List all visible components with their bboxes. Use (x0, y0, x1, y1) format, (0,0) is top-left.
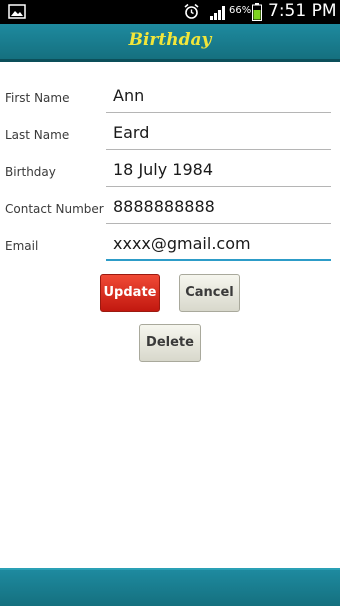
last-name-value: Eard (113, 123, 150, 142)
contact-number-value: 8888888888 (113, 197, 215, 216)
title-bar: Birthday (0, 24, 340, 62)
delete-button[interactable]: Delete (139, 324, 201, 362)
contact-number-field[interactable]: 8888888888 (106, 190, 331, 224)
form-row-birthday: Birthday 18 July 1984 (0, 153, 340, 191)
form-row-email: Email xxxx@gmail.com (0, 227, 340, 265)
birthday-field[interactable]: 18 July 1984 (106, 153, 331, 187)
form-row-last-name: Last Name Eard (0, 116, 340, 154)
bottom-bar (0, 568, 340, 606)
update-button[interactable]: Update (100, 274, 160, 312)
first-name-field[interactable]: Ann (106, 79, 331, 113)
last-name-field[interactable]: Eard (106, 116, 331, 150)
battery-icon (252, 3, 262, 21)
signal-icon (210, 6, 225, 20)
email-value: xxxx@gmail.com (113, 234, 251, 253)
form-row-first-name: First Name Ann (0, 79, 340, 117)
form-row-contact-number: Contact Number 8888888888 (0, 190, 340, 228)
alarm-icon (184, 3, 199, 19)
first-name-label: First Name (5, 91, 70, 105)
clock: 7:51 PM (268, 1, 337, 21)
email-field[interactable]: xxxx@gmail.com (106, 227, 331, 261)
cancel-button[interactable]: Cancel (179, 274, 240, 312)
birthday-label: Birthday (5, 165, 56, 179)
status-bar: 66% 7:51 PM (0, 0, 340, 24)
birthday-value: 18 July 1984 (113, 160, 214, 179)
app-title: Birthday (128, 30, 212, 50)
gallery-icon (8, 4, 26, 19)
battery-percent: 66% (229, 5, 252, 16)
email-label: Email (5, 239, 39, 253)
contact-number-label: Contact Number (5, 202, 104, 216)
last-name-label: Last Name (5, 128, 70, 142)
first-name-value: Ann (113, 86, 145, 105)
